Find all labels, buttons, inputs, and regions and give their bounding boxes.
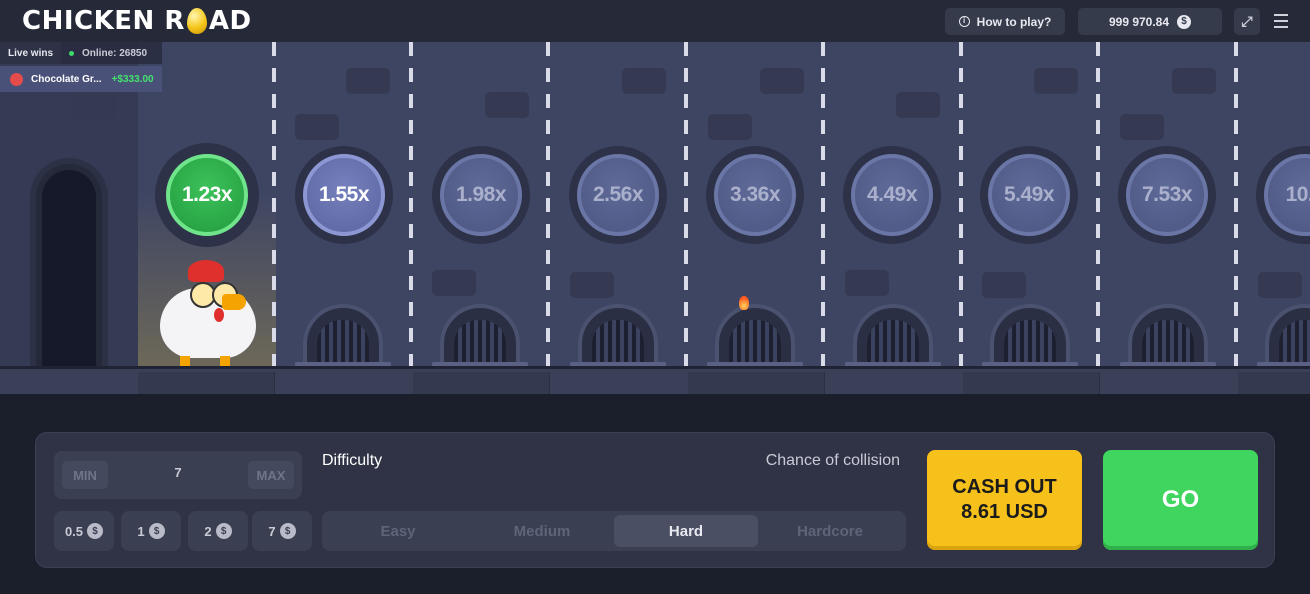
sewer-grate (1265, 304, 1310, 368)
lane-multiplier-8[interactable]: 7.53x (1118, 146, 1216, 244)
go-button[interactable]: GO (1103, 450, 1258, 550)
online-dot-icon (69, 50, 75, 56)
lane-divider (546, 42, 550, 372)
lane-divider (409, 42, 413, 372)
logo-text-left: CHICKEN R (22, 6, 185, 36)
control-panel: MIN 7 MAX 0.5 $ 1 $ 2 $ 7 $ Difficulty Chanc… (35, 432, 1275, 568)
logo-text-right: AD (208, 6, 252, 36)
game-logo: CHICKEN R AD (22, 6, 252, 36)
live-wins-tab[interactable]: Live wins (0, 42, 62, 64)
cash-out-label: CASH OUT (952, 476, 1057, 498)
fire-icon (739, 296, 749, 310)
dollar-coin-icon: $ (148, 523, 165, 539)
live-wins-panel: Live wins Online: 26850 Chocolate Gr... … (0, 42, 162, 92)
multiplier-value: 1.55x (303, 154, 385, 236)
multiplier-value: 7.53x (1126, 154, 1208, 236)
top-bar: CHICKEN R AD i How to play? 999 970.84 $… (0, 0, 1310, 42)
lane-divider (1234, 42, 1238, 372)
info-icon: i (958, 16, 970, 27)
lane-divider (959, 42, 963, 372)
balance-display: 999 970.84 $ (1078, 8, 1222, 35)
cash-out-amount: 8.61 USD (961, 501, 1048, 523)
multiplier-value: 1.98x (440, 154, 522, 236)
collision-chance-label: Chance of collision (765, 452, 900, 469)
bet-chip-7[interactable]: 7 $ (252, 511, 312, 551)
sewer-grate (303, 304, 383, 368)
lane-multiplier-7[interactable]: 5.49x (980, 146, 1078, 244)
live-win-item: Chocolate Gr... +$333.00 (0, 66, 162, 92)
lane-divider (821, 42, 825, 372)
lane-divider (272, 42, 276, 372)
multiplier-value: 4.49x (851, 154, 933, 236)
dollar-coin-icon: $ (279, 523, 296, 539)
how-to-play-button[interactable]: i How to play? (945, 8, 1065, 35)
dollar-coin-icon: $ (1177, 14, 1192, 29)
sewer-grate (1128, 304, 1208, 368)
multiplier-value: 10.5 (1264, 154, 1310, 236)
dollar-coin-icon: $ (215, 523, 232, 539)
golden-egg-icon (186, 8, 207, 34)
cash-out-button[interactable]: CASH OUT 8.61 USD (927, 450, 1082, 550)
bet-chip-2[interactable]: 2 $ (188, 511, 248, 551)
hamburger-icon (1274, 14, 1288, 16)
multiplier-value: 2.56x (577, 154, 659, 236)
lane-divider (1096, 42, 1100, 372)
lane-multiplier-3[interactable]: 1.98x (432, 146, 530, 244)
balance-value: 999 970.84 (1108, 14, 1170, 29)
sewer-grate (578, 304, 658, 368)
lane-multiplier-1[interactable]: 1.23x (158, 146, 256, 244)
fullscreen-icon: ⤢ (1241, 13, 1253, 29)
multiplier-value: 3.36x (714, 154, 796, 236)
online-count: Online: 26850 (69, 48, 147, 59)
lane-multiplier-6[interactable]: 4.49x (843, 146, 941, 244)
sewer-grate (715, 304, 795, 368)
min-bet-button[interactable]: MIN (62, 461, 108, 489)
bet-chip-1[interactable]: 1 $ (121, 511, 181, 551)
game-app: CHICKEN R AD i How to play? 999 970.84 $… (0, 0, 1310, 594)
difficulty-medium[interactable]: Medium (470, 515, 614, 547)
player-avatar (10, 72, 23, 86)
road-floor (0, 366, 1310, 394)
fullscreen-button[interactable]: ⤢ (1234, 8, 1260, 35)
difficulty-label: Difficulty (322, 452, 383, 469)
lane-multiplier-4[interactable]: 2.56x (569, 146, 667, 244)
max-bet-button[interactable]: MAX (248, 461, 294, 489)
game-scene: 1.23x 1.55x 1.98x 2.56x 3.36x 4.49x 5.49… (0, 42, 1310, 372)
menu-button[interactable] (1274, 14, 1288, 32)
multiplier-value: 1.23x (166, 154, 248, 236)
multiplier-value: 5.49x (988, 154, 1070, 236)
start-door (30, 158, 108, 372)
win-amount: +$333.00 (111, 73, 154, 85)
dollar-coin-icon: $ (87, 523, 104, 539)
difficulty-hard[interactable]: Hard (614, 515, 758, 547)
wall-brick (72, 94, 116, 120)
lane-multiplier-2[interactable]: 1.55x (295, 146, 393, 244)
sewer-grate (853, 304, 933, 368)
player-name: Chocolate Gr... (31, 73, 102, 85)
difficulty-easy[interactable]: Easy (326, 515, 470, 547)
difficulty-selector: Easy Medium Hard Hardcore (322, 511, 906, 551)
bet-amount-field: MIN 7 MAX (54, 451, 302, 499)
lane-multiplier-9[interactable]: 10.5 (1256, 146, 1310, 244)
bet-chip-0-5[interactable]: 0.5 $ (54, 511, 114, 551)
lane-multiplier-5[interactable]: 3.36x (706, 146, 804, 244)
bet-amount-input[interactable]: 7 (116, 465, 240, 480)
chicken-character (158, 260, 258, 368)
how-to-play-label: How to play? (976, 14, 1052, 29)
sewer-grate (440, 304, 520, 368)
sewer-grate (990, 304, 1070, 368)
difficulty-hardcore[interactable]: Hardcore (758, 515, 902, 547)
lane-divider (684, 42, 688, 372)
